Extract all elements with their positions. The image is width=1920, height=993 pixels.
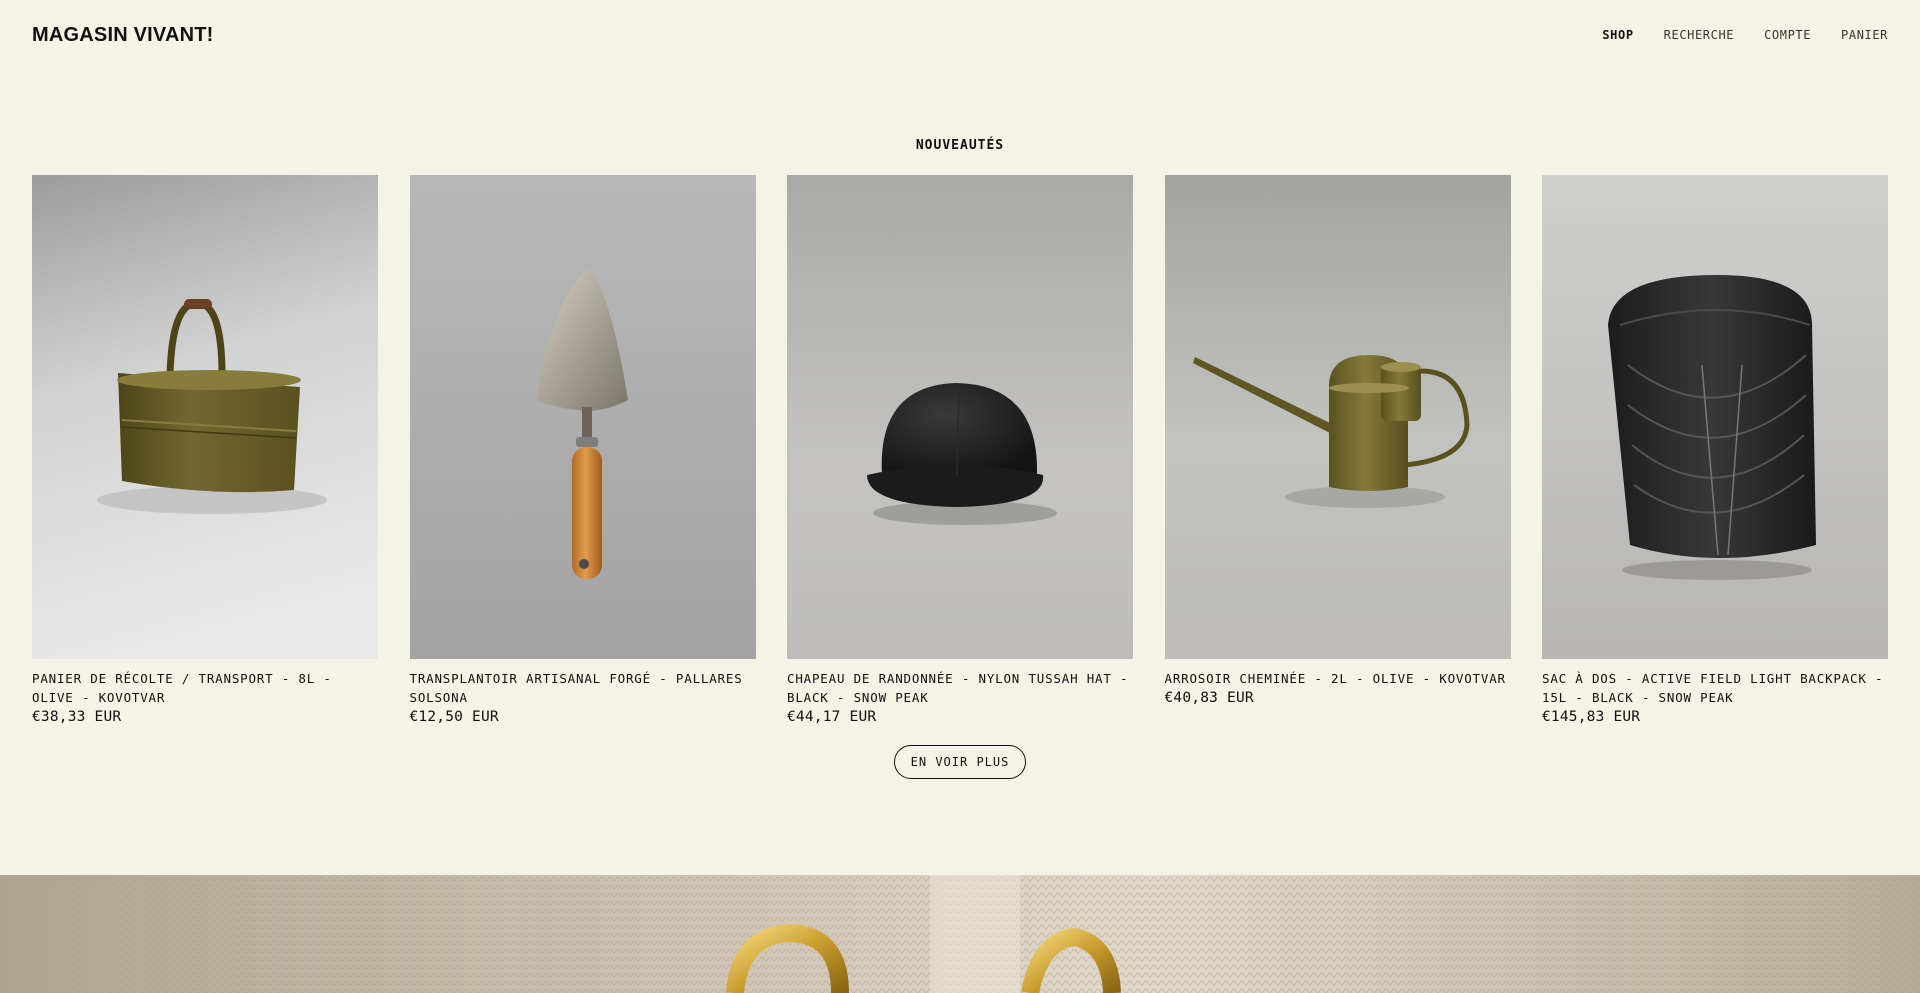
site-header: MAGASIN VIVANT! SHOP RECHERCHE COMPTE PA… xyxy=(0,0,1920,70)
product-title[interactable]: SAC À DOS - ACTIVE FIELD LIGHT BACKPACK … xyxy=(1542,669,1888,707)
product-grid: PANIER DE RÉCOLTE / TRANSPORT - 8L - OLI… xyxy=(32,175,1888,725)
main-nav: SHOP RECHERCHE COMPTE PANIER xyxy=(1602,28,1888,42)
product-title[interactable]: PANIER DE RÉCOLTE / TRANSPORT - 8L - OLI… xyxy=(32,669,378,707)
product-price: €38,33 EUR xyxy=(32,709,122,725)
nav-account[interactable]: COMPTE xyxy=(1764,28,1811,42)
see-more-button[interactable]: EN VOIR PLUS xyxy=(894,745,1026,779)
product-image[interactable] xyxy=(1542,175,1888,659)
product-card[interactable]: SAC À DOS - ACTIVE FIELD LIGHT BACKPACK … xyxy=(1542,175,1888,725)
nav-cart[interactable]: PANIER xyxy=(1841,28,1888,42)
nav-shop[interactable]: SHOP xyxy=(1602,28,1633,42)
product-title[interactable]: ARROSOIR CHEMINÉE - 2L - OLIVE - KOVOTVA… xyxy=(1165,669,1511,688)
product-image[interactable] xyxy=(409,175,756,659)
product-price: €44,17 EUR xyxy=(787,709,877,725)
product-title[interactable]: CHAPEAU DE RANDONNÉE - NYLON TUSSAH HAT … xyxy=(787,669,1133,707)
product-title[interactable]: TRANSPLANTOIR ARTISANAL FORGÉ - PALLARES… xyxy=(410,669,756,707)
nav-search[interactable]: RECHERCHE xyxy=(1664,28,1734,42)
product-card[interactable]: TRANSPLANTOIR ARTISANAL FORGÉ - PALLARES… xyxy=(409,175,756,725)
product-card[interactable]: ARROSOIR CHEMINÉE - 2L - OLIVE - KOVOTVA… xyxy=(1164,175,1511,725)
product-image[interactable] xyxy=(787,175,1133,659)
product-image[interactable] xyxy=(32,175,378,659)
product-price: €145,83 EUR xyxy=(1542,709,1641,725)
site-logo[interactable]: MAGASIN VIVANT! xyxy=(32,24,214,47)
section-title: NOUVEAUTÉS xyxy=(915,138,1005,153)
product-price: €12,50 EUR xyxy=(409,709,499,725)
product-card[interactable]: PANIER DE RÉCOLTE / TRANSPORT - 8L - OLI… xyxy=(32,175,378,725)
product-card[interactable]: CHAPEAU DE RANDONNÉE - NYLON TUSSAH HAT … xyxy=(787,175,1133,725)
hero-banner[interactable] xyxy=(0,875,1920,993)
product-price: €40,83 EUR xyxy=(1164,690,1254,706)
product-image[interactable] xyxy=(1164,175,1511,659)
